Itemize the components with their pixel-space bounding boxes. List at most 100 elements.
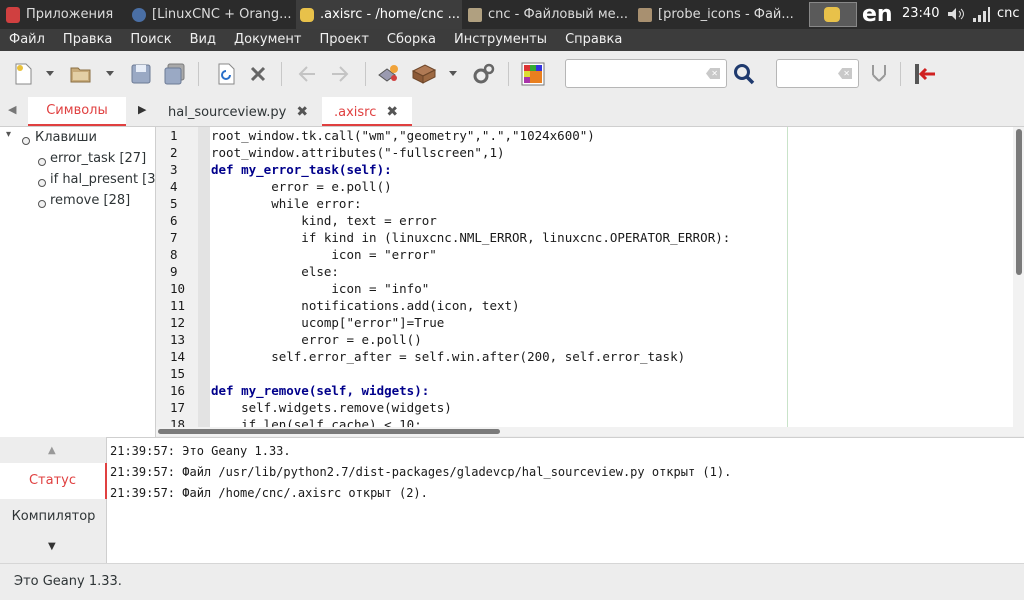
menu-item[interactable]: Проект [311,29,378,51]
line-number: 9 [170,264,178,279]
clock[interactable]: 23:40 [902,6,939,21]
task-axisrc[interactable]: .axisrc - /home/cnc ... [296,0,462,29]
toolbar-separator [281,62,282,86]
symbol-item[interactable]: remove [28] [50,193,130,208]
menu-item[interactable]: Сборка [378,29,445,51]
menu-item[interactable]: Документ [225,29,311,51]
tree-root-keys[interactable]: Клавиши [35,130,97,145]
task-file-manager[interactable]: cnc - Файловый ме... [464,0,632,29]
keyboard-layout-indicator[interactable]: en [862,2,893,27]
menu-item[interactable]: Правка [54,29,121,51]
horizontal-scrollbar[interactable] [156,427,1024,436]
open-file-button[interactable] [66,59,96,89]
tab-scroll-up-icon[interactable]: ▲ [48,445,56,456]
code-line[interactable]: self.widgets.remove(widgets) [211,400,452,415]
reload-button[interactable] [211,59,241,89]
save-all-button[interactable] [160,59,190,89]
menu-item[interactable]: Справка [556,29,631,51]
tab-hal-sourceview[interactable]: hal_sourceview.py ✖ [168,97,308,127]
tree-expander-icon[interactable]: ▾ [6,129,11,140]
toolbar: ✕ ✕ [0,51,1024,98]
applications-menu-button[interactable]: Приложения [0,0,128,29]
code-line[interactable]: root_window.tk.call("wm","geometry",".",… [211,128,595,143]
vertical-scrollbar[interactable] [1013,127,1024,427]
tab-status[interactable]: Статус [0,463,107,499]
search-input[interactable] [566,60,726,87]
tab-symbols-label: Символы [46,103,108,118]
code-line[interactable]: error = e.poll() [211,332,421,347]
sidebar-tabs: ◀ Символы ▶ [0,97,156,127]
new-file-dropdown[interactable] [46,71,54,76]
line-number: 6 [170,213,178,228]
symbol-icon [38,200,46,208]
tab-scroll-down-icon[interactable]: ▼ [48,541,56,552]
open-folder-icon [70,67,91,83]
navigate-back-button[interactable] [292,59,322,89]
network-signal-icon[interactable] [972,7,990,23]
goto-line-field[interactable]: ✕ [776,59,859,88]
line-number: 5 [170,196,178,211]
quit-button[interactable] [910,59,940,89]
code-line[interactable]: def my_error_task(self): [211,162,392,177]
code-line[interactable]: icon = "info" [211,281,429,296]
compile-button[interactable] [374,59,404,89]
menu-item[interactable]: Инструменты [445,29,556,51]
code-line[interactable]: icon = "error" [211,247,436,262]
folder-home-icon [468,7,482,22]
menu-item[interactable]: Поиск [121,29,180,51]
symbol-item[interactable]: if hal_present [30 [50,172,156,187]
navigate-forward-button[interactable] [325,59,355,89]
execute-button[interactable] [469,59,499,89]
task-linuxcnc[interactable]: [LinuxCNC + Orang... [128,0,294,29]
code-line[interactable]: ucomp["error"]=True [211,315,444,330]
tab-scroll-left-icon[interactable]: ◀ [8,103,16,116]
new-file-button[interactable] [8,59,38,89]
open-file-dropdown[interactable] [106,71,114,76]
tab-symbols[interactable]: Символы [28,97,126,126]
color-chooser-button[interactable] [518,59,548,89]
line-number: 10 [170,281,186,296]
menu-item[interactable]: Вид [181,29,225,51]
task-probe-icons[interactable]: [probe_icons - Фай... [634,0,804,29]
close-tab-icon[interactable]: ✖ [296,104,308,120]
horizontal-scrollbar-thumb[interactable] [158,429,500,434]
line-number: 15 [170,366,186,381]
tab-compiler[interactable]: Компилятор [0,509,107,524]
vertical-scrollbar-thumb[interactable] [1016,129,1022,275]
browser-icon [132,7,146,22]
symbol-item[interactable]: error_task [27] [50,151,146,166]
search-field[interactable]: ✕ [565,59,727,88]
user-name[interactable]: cnc [997,6,1020,21]
goto-line-button[interactable] [864,59,894,89]
tab-scroll-right-icon[interactable]: ▶ [138,103,146,116]
save-icon [131,64,151,84]
workspace-switcher[interactable] [809,2,857,27]
toolbar-separator [198,62,199,86]
code-line[interactable]: if kind in (linuxcnc.NML_ERROR, linuxcnc… [211,230,730,245]
close-tab-icon[interactable]: ✖ [386,104,398,120]
code-line[interactable]: error = e.poll() [211,179,391,194]
gears-icon [473,63,495,84]
quit-icon [915,64,935,84]
tab-axisrc[interactable]: .axisrc ✖ [334,97,398,127]
compile-icon [378,65,398,82]
volume-icon[interactable] [946,7,966,21]
message-panel: 21:39:57: Это Geany 1.33. 21:39:57: Файл… [0,437,1024,563]
code-line[interactable]: root_window.attributes("-fullscreen",1) [211,145,505,160]
save-button[interactable] [126,59,156,89]
code-line[interactable]: kind, text = error [211,213,436,228]
code-editor[interactable]: 1 2 3 4 5 6 7 8 9 10 11 12 13 14 15 16 17 18 root_window.… [156,127,1024,436]
build-dropdown[interactable] [449,71,457,76]
search-button[interactable] [729,59,759,89]
build-button[interactable] [409,59,439,89]
line-number: 2 [170,145,178,160]
code-line[interactable]: while error: [211,196,361,211]
code-line[interactable]: def my_remove(self, widgets): [211,383,429,398]
line-number: 13 [170,332,186,347]
menu-item[interactable]: Файл [0,29,54,51]
code-line[interactable]: else: [211,264,339,279]
code-line[interactable]: self.error_after = self.win.after(200, s… [211,349,685,364]
code-line[interactable]: notifications.add(icon, text) [211,298,519,313]
close-file-button[interactable] [243,59,273,89]
line-number: 12 [170,315,186,330]
